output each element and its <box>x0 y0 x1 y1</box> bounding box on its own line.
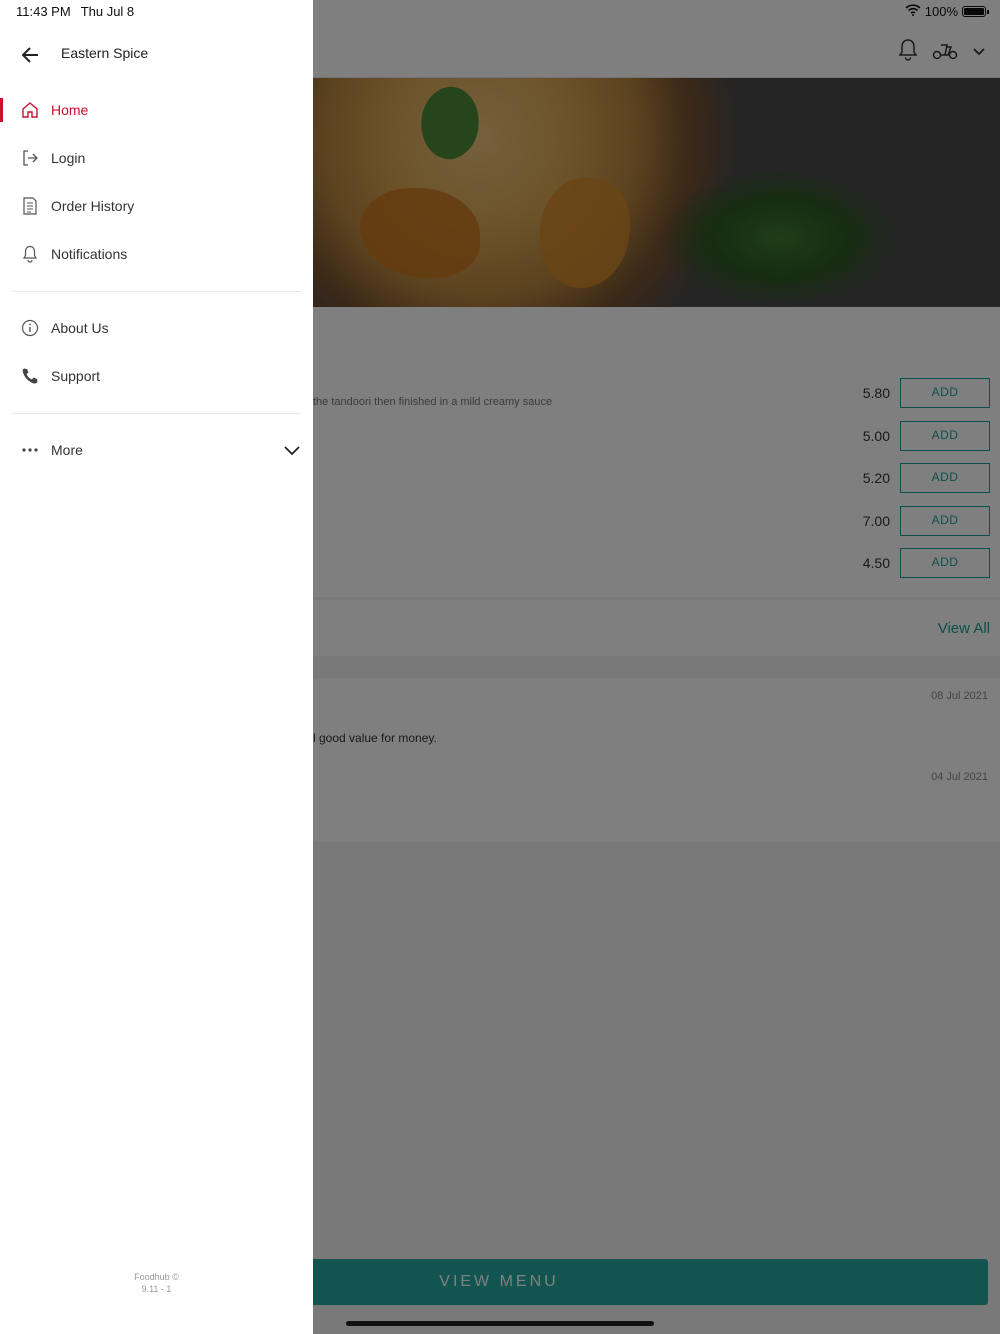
nav-item-support[interactable]: Support <box>0 354 313 398</box>
nav-item-label: Order History <box>51 198 135 214</box>
nav-item-label: About Us <box>51 320 109 336</box>
nav-item-label: Notifications <box>51 246 128 262</box>
restaurant-name: Eastern Spice <box>61 45 149 61</box>
brand-copyright: Foodhub © <box>134 1272 179 1282</box>
bell-icon <box>20 244 40 264</box>
drawer-footer: Foodhub © 9.11 - 1 <box>0 1271 313 1295</box>
home-icon <box>20 100 40 120</box>
info-icon <box>20 318 40 338</box>
back-arrow-icon[interactable] <box>18 42 44 68</box>
side-drawer: 11:43 PM Thu Jul 8 Eastern Spice Home Lo… <box>0 0 313 1334</box>
ellipsis-icon <box>20 440 40 460</box>
divider <box>12 413 301 414</box>
home-indicator <box>346 1321 654 1326</box>
nav-item-label: Home <box>51 102 89 118</box>
status-bar-left: 11:43 PM Thu Jul 8 <box>16 4 134 19</box>
nav-item-label: More <box>51 442 83 458</box>
drawer-header: Eastern Spice <box>0 34 313 74</box>
nav-item-notifications[interactable]: Notifications <box>0 232 313 276</box>
nav-item-home[interactable]: Home <box>0 88 313 132</box>
nav-item-label: Support <box>51 368 101 384</box>
divider <box>12 291 301 292</box>
phone-icon <box>20 366 40 386</box>
order-history-icon <box>20 196 40 216</box>
login-icon <box>20 148 40 168</box>
status-time: 11:43 PM <box>16 4 71 19</box>
app-version: 9.11 - 1 <box>141 1284 172 1294</box>
nav-item-login[interactable]: Login <box>0 136 313 180</box>
nav-item-more[interactable]: More <box>0 428 313 472</box>
status-date: Thu Jul 8 <box>80 4 135 19</box>
chevron-down-icon[interactable] <box>283 441 301 459</box>
nav-item-about-us[interactable]: About Us <box>0 306 313 350</box>
nav-item-label: Login <box>51 150 86 166</box>
nav-item-order-history[interactable]: Order History <box>0 184 313 228</box>
